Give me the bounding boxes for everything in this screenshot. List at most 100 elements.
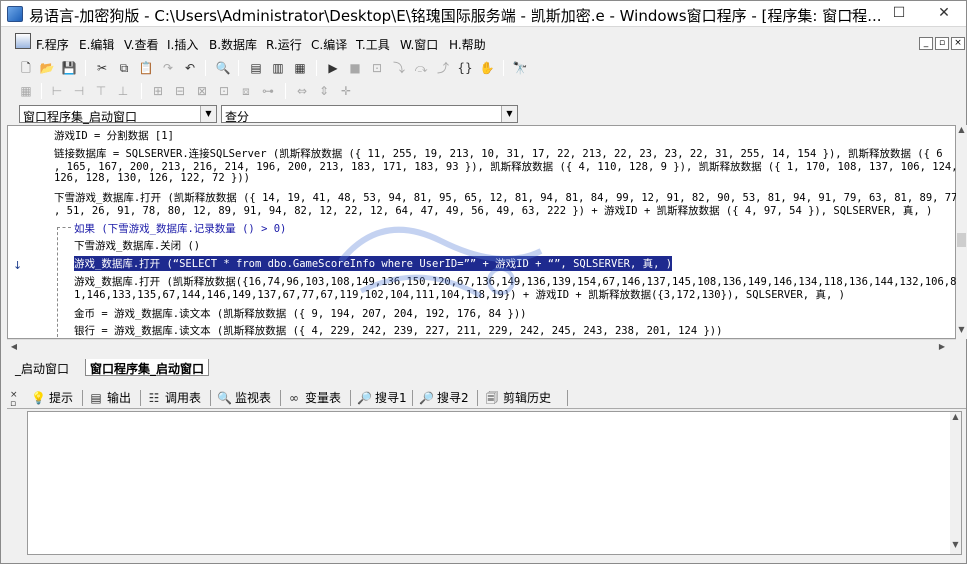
center-horizontal-icon[interactable]: ⊞ (149, 82, 167, 100)
tab-search-1[interactable]: 🔎 搜寻1 (357, 389, 407, 408)
undo-icon[interactable]: ↶ (181, 59, 199, 77)
run-icon[interactable]: ▶ (324, 59, 342, 77)
code-line-8[interactable]: 下雪游戏_数据库.关闭 () (74, 238, 200, 253)
find-icon: 🔎 (419, 391, 434, 405)
align-left-icon[interactable]: ⊢ (48, 82, 66, 100)
tab-window-class[interactable]: 窗口程序集_启动窗口 (85, 359, 210, 376)
menu-run[interactable]: R.运行 (266, 36, 302, 53)
tab-variables[interactable]: ∞ 变量表 (287, 389, 341, 408)
paste-icon[interactable]: 📋 (137, 59, 155, 77)
clipboard-icon: 🗐 (486, 391, 498, 405)
center-form-icon[interactable]: ✛ (337, 82, 355, 100)
document-tabs: _启动窗口 窗口程序集_启动窗口 (7, 359, 956, 377)
hand-icon[interactable]: ✋ (478, 59, 496, 77)
menu-window[interactable]: W.窗口 (400, 36, 438, 53)
redo-icon[interactable]: ↷ (159, 59, 177, 77)
code-line-13[interactable]: 银行 = 游戏_数据库.读文本 (凯斯释放数据 ({ 4, 229, 242, … (74, 323, 722, 338)
method-selector[interactable]: 查分 ▼ (221, 105, 518, 124)
open-folder-icon[interactable]: 📂 (38, 59, 56, 77)
chevron-down-icon[interactable]: ▼ (200, 106, 216, 122)
menu-compile[interactable]: C.编译 (311, 36, 347, 53)
output-panel-tabs: 💡 提示 ▤ 输出 ☷ 调用表 🔍 监视表 ∞ 变量表 🔎 搜寻1 🔎 搜寻2 🗐 剪辑历史 (7, 387, 966, 409)
code-line-4[interactable]: 126, 128, 130, 126, 122, 72 })) (54, 172, 250, 184)
scroll-down-icon[interactable]: ▼ (951, 540, 960, 549)
output-icon: ▤ (90, 391, 102, 405)
app-icon (7, 6, 23, 22)
center-vertical-icon[interactable]: ⊟ (171, 82, 189, 100)
step-out-icon[interactable]: ⤴ (434, 59, 452, 77)
brace-icon[interactable]: {} (456, 59, 474, 77)
code-line-11[interactable]: 1,146,133,135,67,144,146,149,137,67,77,6… (74, 287, 845, 302)
tab-start-window[interactable]: _启动窗口 (11, 359, 73, 376)
scroll-thumb[interactable] (957, 233, 966, 247)
align-center-icon[interactable]: ⊣ (70, 82, 88, 100)
menu-program[interactable]: F.程序 (36, 36, 69, 53)
scroll-up-icon[interactable]: ▲ (957, 125, 966, 134)
chevron-down-icon[interactable]: ▼ (501, 106, 517, 122)
output-vertical-scrollbar[interactable]: ▲ ▼ (950, 412, 961, 554)
code-line-6[interactable]: , 51, 26, 91, 78, 80, 12, 89, 91, 94, 82… (54, 203, 932, 218)
step-into-icon[interactable]: ⤵ (390, 59, 408, 77)
align-grid-icon[interactable]: ▦ (17, 82, 35, 100)
space-vertical-icon[interactable]: ⇕ (315, 82, 333, 100)
code-line-1[interactable]: 游戏ID = 分割数据 [1] (54, 128, 174, 143)
binoculars-icon[interactable]: 🔭 (511, 59, 529, 77)
same-size-icon[interactable]: ⧈ (237, 82, 255, 100)
window-split-icon[interactable]: ▥ (269, 59, 287, 77)
minimize-button[interactable]: — (833, 1, 877, 26)
class-selector-value: 窗口程序集_启动窗口 (23, 110, 138, 124)
menu-edit[interactable]: E.编辑 (79, 36, 114, 53)
code-line-12[interactable]: 金币 = 游戏_数据库.读文本 (凯斯释放数据 ({ 9, 194, 207, … (74, 306, 526, 321)
code-line-7[interactable]: 如果 (下雪游戏_数据库.记录数量 () > 0) (74, 221, 286, 236)
tab-tips[interactable]: 💡 提示 (31, 389, 73, 408)
tab-output[interactable]: ▤ 输出 (89, 389, 131, 408)
mdi-minimize-button[interactable]: _ (919, 37, 933, 50)
same-height-icon[interactable]: ⊡ (215, 82, 233, 100)
toolbar-align: ▦ ⊢ ⊣ ⊤ ⊥ ⊞ ⊟ ⊠ ⊡ ⧈ ⊶ ⇔ ⇕ ✛ (11, 80, 371, 102)
find-icon: 🔎 (357, 391, 372, 405)
same-width-icon[interactable]: ⊠ (193, 82, 211, 100)
editor-vertical-scrollbar[interactable]: ▲ ▼ (956, 125, 967, 339)
scroll-down-icon[interactable]: ▼ (957, 325, 966, 334)
scroll-left-icon[interactable]: ◀ (9, 342, 19, 351)
document-icon[interactable] (15, 33, 31, 49)
editor-horizontal-scrollbar[interactable]: ◀ ▶ (7, 339, 956, 354)
mdi-restore-button[interactable]: ▫ (935, 37, 949, 50)
menu-database[interactable]: B.数据库 (209, 36, 257, 53)
title-bar[interactable]: 易语言-加密狗版 - C:\Users\Administrator\Deskto… (1, 1, 966, 27)
breakpoint-icon[interactable]: ⊡ (368, 59, 386, 77)
search-icon: 🔍 (217, 391, 232, 405)
cut-icon[interactable]: ✂ (93, 59, 111, 77)
menu-help[interactable]: H.帮助 (449, 36, 486, 53)
scroll-up-icon[interactable]: ▲ (951, 412, 960, 421)
menu-tools[interactable]: T.工具 (356, 36, 390, 53)
menu-view[interactable]: V.查看 (124, 36, 158, 53)
class-selector[interactable]: 窗口程序集_启动窗口 ▼ (19, 105, 217, 124)
method-selector-value: 查分 (225, 110, 250, 124)
tab-search-2[interactable]: 🔎 搜寻2 (419, 389, 469, 408)
align-right-icon[interactable]: ⊤ (92, 82, 110, 100)
step-over-icon[interactable]: ⤼ (412, 59, 430, 77)
menu-insert[interactable]: I.插入 (167, 36, 198, 53)
tab-call-stack[interactable]: ☷ 调用表 (147, 389, 201, 408)
window-tile-icon[interactable]: ▦ (291, 59, 309, 77)
save-icon[interactable]: 💾 (60, 59, 78, 77)
new-file-icon[interactable]: 🗋 (17, 59, 35, 77)
mdi-close-button[interactable]: × (951, 37, 965, 50)
code-line-9-selected[interactable]: 游戏_数据库.打开 (“SELECT * from dbo.GameScoreI… (74, 256, 673, 271)
find-icon[interactable]: 🔍 (214, 59, 232, 77)
tab-watch[interactable]: 🔍 监视表 (217, 389, 271, 408)
window-layout-icon[interactable]: ▤ (247, 59, 265, 77)
scroll-right-icon[interactable]: ▶ (937, 342, 947, 351)
close-button[interactable]: ✕ (922, 1, 966, 26)
main-window: 易语言-加密狗版 - C:\Users\Administrator\Deskto… (0, 0, 967, 564)
space-horizontal-icon[interactable]: ⇔ (293, 82, 311, 100)
space-even-icon[interactable]: ⊶ (259, 82, 277, 100)
menu-bar: F.程序 E.编辑 V.查看 I.插入 B.数据库 R.运行 C.编译 T.工具… (1, 31, 966, 53)
tab-clip-history[interactable]: 🗐 剪辑历史 (485, 389, 551, 408)
output-panel[interactable]: ▲ ▼ (27, 411, 962, 555)
maximize-button[interactable]: ☐ (877, 1, 921, 26)
align-top-icon[interactable]: ⊥ (114, 82, 132, 100)
stop-icon[interactable]: ■ (346, 59, 364, 77)
copy-icon[interactable]: ⧉ (115, 59, 133, 77)
